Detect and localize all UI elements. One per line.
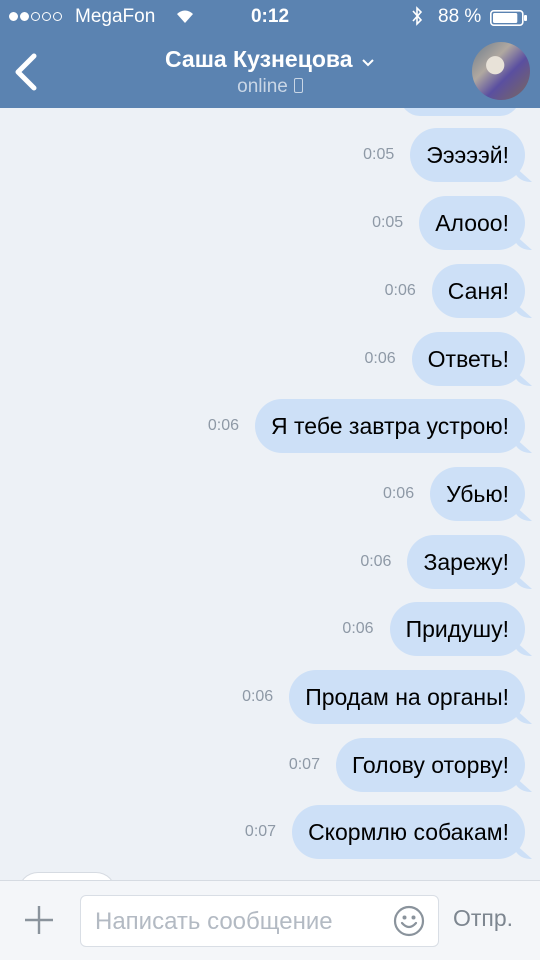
message-bubble[interactable]: Голову оторву! [335, 738, 525, 792]
message-row: 0:06 Придушу! [342, 602, 525, 656]
message-time: 0:06 [342, 620, 374, 637]
message-row: 0:06 Убью! [383, 467, 525, 521]
message-time: 0:06 [207, 417, 240, 434]
presence-status: online [0, 76, 540, 98]
message-bubble[interactable]: Скормлю собакам! [292, 805, 525, 859]
chat-title-button[interactable]: Саша Кузнецова [0, 46, 540, 73]
message-row: 0:05 Эээээй! [363, 128, 525, 182]
message-time: 0:05 [372, 214, 404, 231]
contact-name: Саша Кузнецова [165, 46, 353, 72]
message-time: 0:06 [242, 688, 274, 705]
message-bubble[interactable]: Алооо! [419, 196, 525, 250]
message-time: 0:06 [364, 350, 396, 367]
message-time: 0:06 [382, 485, 415, 502]
message-row: 0:06 Саня! [385, 264, 525, 318]
message-time: 0:07 [288, 756, 320, 773]
status-bar: MegaFon 0:12 88 % [0, 0, 540, 34]
message-row: 0:06 Я тебе завтра устрою! [208, 399, 525, 453]
send-button[interactable]: Отпр. [453, 905, 513, 932]
message-time: 0:06 [360, 553, 392, 570]
battery-percent: 88 % [438, 6, 482, 27]
bluetooth-icon [412, 6, 423, 26]
message-row: 0:05 Алооо! [372, 196, 525, 250]
partial-message-bubble [400, 108, 520, 116]
message-bubble[interactable]: Придушу! [389, 602, 525, 656]
message-row: 0:07 Скормлю собакам! [245, 805, 525, 859]
message-field [80, 895, 439, 948]
presence-label: online [237, 76, 288, 97]
attach-plus-button[interactable] [22, 903, 56, 937]
message-composer: Отпр. [0, 880, 540, 960]
message-row: 0:06 Зарежу! [360, 535, 525, 589]
message-row: 0:06 Продам на органы! [242, 670, 525, 724]
top-bar: MegaFon 0:12 88 % Саша Кузнецова online [0, 0, 540, 108]
message-bubble[interactable]: Убью! [430, 467, 525, 521]
battery-icon [490, 10, 527, 26]
message-bubble[interactable]: Зарежу! [407, 535, 525, 589]
message-bubble[interactable]: Я тебе завтра устрою! [255, 399, 525, 453]
contact-avatar[interactable] [472, 42, 530, 100]
message-bubble[interactable]: Ответь! [411, 332, 525, 386]
chevron-down-icon [362, 59, 374, 67]
emoji-icon[interactable] [393, 905, 425, 937]
message-bubble[interactable]: Продам на органы! [289, 670, 525, 724]
message-time: 0:07 [244, 823, 277, 840]
message-bubble[interactable]: Эээээй! [410, 128, 525, 182]
message-row: 0:07 Голову оторву! [289, 738, 525, 792]
mobile-phone-icon [293, 78, 303, 93]
message-input[interactable] [93, 896, 387, 948]
message-list[interactable]: 0:05 Эээээй! 0:05 Алооо! 0:06 Саня! 0:06… [0, 108, 540, 880]
message-row: 0:06 Ответь! [365, 332, 525, 386]
message-time: 0:05 [363, 146, 395, 163]
message-time: 0:06 [384, 282, 416, 299]
message-bubble[interactable]: Саня! [431, 264, 525, 318]
